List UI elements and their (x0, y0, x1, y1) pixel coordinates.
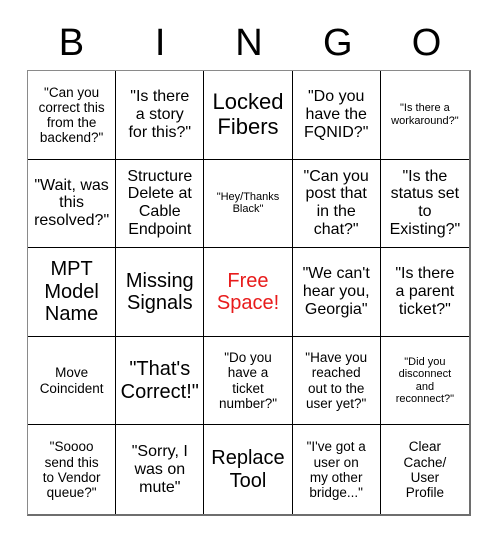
bingo-cell-r1-c3[interactable]: Locked Fibers (204, 71, 293, 160)
bingo-cell-label: "We can't hear you, Georgia" (302, 265, 370, 318)
bingo-header-letter-n: N (235, 22, 263, 64)
bingo-cell-label: "Do you have a ticket number?" (218, 350, 278, 411)
bingo-cell-r3-c5[interactable]: "Is there a parent ticket?" (380, 248, 469, 337)
bingo-cell-label: "Can you correct this from the backend?" (38, 84, 105, 145)
bingo-cell-label: Locked Fibers (212, 89, 284, 139)
bingo-cell-r1-c2[interactable]: "Is there a story for this?" (116, 71, 205, 160)
bingo-cell-label: "Have you reached out to the user yet?" (305, 350, 368, 411)
bingo-cell-r1-c1[interactable]: "Can you correct this from the backend?" (28, 71, 117, 160)
bingo-cell-r1-c4[interactable]: "Do you have the FQNID?" (292, 71, 381, 160)
bingo-cell-r5-c2[interactable]: "Sorry, I was on mute" (116, 425, 205, 514)
bingo-cell-label: Free Space! (216, 269, 280, 314)
bingo-cell-label: "Soooo send this to Vendor queue?" (42, 439, 101, 500)
bingo-cell-label: "Is there a story for this?" (128, 87, 192, 141)
bingo-cell-r2-c2[interactable]: Structure Delete at Cable Endpoint (116, 159, 205, 249)
bingo-cell-label: "I've got a user on my other bridge..." (306, 439, 366, 500)
bingo-cell-r4-c2[interactable]: "That's Correct!" (116, 336, 205, 426)
bingo-grid: "Can you correct this from the backend?"… (27, 70, 471, 516)
bingo-header-letter-b: B (58, 22, 85, 64)
bingo-cell-r4-c3[interactable]: "Do you have a ticket number?" (204, 336, 293, 426)
bingo-cell-r5-c1[interactable]: "Soooo send this to Vendor queue?" (28, 425, 117, 514)
bingo-cell-label: "Do you have the FQNID?" (304, 87, 369, 141)
bingo-cell-label: "Did you disconnect and reconnect?" (395, 355, 455, 405)
bingo-cell-label: "Can you post that in the chat?" (303, 167, 369, 239)
bingo-cell-label: "Is there a workaround?" (391, 102, 459, 127)
bingo-header-letter-o: O (411, 22, 442, 64)
bingo-cell-r5-c4[interactable]: "I've got a user on my other bridge..." (292, 425, 381, 514)
bingo-cell-label: MPT Model Name (44, 258, 99, 326)
bingo-cell-r4-c5[interactable]: "Did you disconnect and reconnect?" (380, 336, 469, 426)
bingo-cell-r3-c4[interactable]: "We can't hear you, Georgia" (292, 248, 381, 337)
bingo-cell-r4-c4[interactable]: "Have you reached out to the user yet?" (292, 336, 381, 426)
bingo-header-letter-g: G (323, 22, 353, 64)
bingo-cell-label: Clear Cache/ User Profile (403, 439, 447, 500)
bingo-cell-label: "That's Correct!" (120, 358, 199, 403)
bingo-cell-r1-c5[interactable]: "Is there a workaround?" (380, 71, 469, 160)
bingo-cell-r2-c1[interactable]: "Wait, was this resolved?" (28, 159, 117, 249)
bingo-cell-label: "Is there a parent ticket?" (395, 265, 455, 318)
bingo-cell-label: "Hey/Thanks Black" (216, 191, 280, 216)
bingo-cell-r2-c3[interactable]: "Hey/Thanks Black" (204, 159, 293, 249)
bingo-card: B I N G O "Can you correct this from the… (0, 0, 500, 544)
bingo-cell-label: Structure Delete at Cable Endpoint (127, 167, 193, 239)
bingo-cell-r3-c2[interactable]: Missing Signals (116, 248, 205, 337)
bingo-free-space-cell[interactable]: Free Space! (204, 248, 293, 337)
bingo-cell-r5-c3[interactable]: Replace Tool (204, 425, 293, 514)
bingo-cell-label: "Wait, was this resolved?" (34, 176, 110, 230)
bingo-cell-r5-c5[interactable]: Clear Cache/ User Profile (380, 425, 469, 514)
bingo-cell-r2-c4[interactable]: "Can you post that in the chat?" (292, 159, 381, 249)
bingo-cell-r4-c1[interactable]: Move Coincident (28, 336, 117, 426)
bingo-cell-label: Replace Tool (211, 447, 285, 492)
bingo-cell-r3-c1[interactable]: MPT Model Name (28, 248, 117, 337)
bingo-cell-r2-c5[interactable]: "Is the status set to Existing?" (380, 159, 469, 249)
bingo-cell-label: "Sorry, I was on mute" (131, 442, 188, 496)
bingo-cell-label: "Is the status set to Existing?" (389, 167, 461, 239)
bingo-header-letter-i: I (154, 22, 166, 64)
bingo-cell-label: Missing Signals (125, 269, 194, 314)
bingo-cell-label: Move Coincident (39, 365, 104, 396)
bingo-header-row: B I N G O (27, 18, 471, 68)
